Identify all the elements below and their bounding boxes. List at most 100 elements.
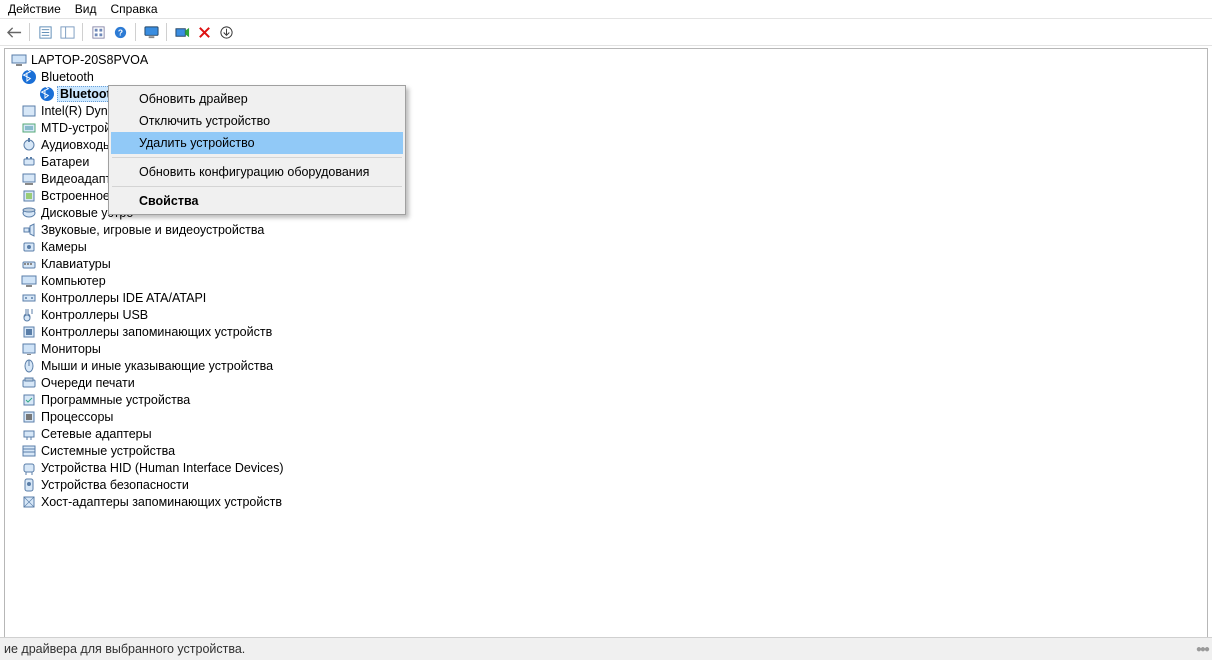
category-icon [21,222,37,238]
category-icon [21,460,37,476]
svg-text:?: ? [117,27,122,37]
tree-category[interactable]: Хост-адаптеры запоминающих устройств [9,493,1207,510]
remove-button[interactable] [194,22,214,42]
tree-category[interactable]: Устройства безопасности [9,476,1207,493]
monitor-button[interactable] [141,22,161,42]
computer-icon [11,52,27,68]
tree-label: Мыши и иные указывающие устройства [41,359,273,373]
category-icon [21,375,37,391]
toolbar-separator [29,23,30,41]
category-icon [21,137,37,153]
bluetooth-icon [39,86,55,102]
tree-label: Хост-адаптеры запоминающих устройств [41,495,282,509]
context-menu: Обновить драйвер Отключить устройство Уд… [108,85,406,215]
ctx-uninstall-device[interactable]: Удалить устройство [111,132,403,154]
category-icon [21,154,37,170]
tree-label: Системные устройства [41,444,175,458]
properties-button[interactable] [35,22,55,42]
menu-view[interactable]: Вид [75,2,97,16]
tree-category[interactable]: Контроллеры USB [9,306,1207,323]
tree-category-bluetooth[interactable]: Bluetooth [9,68,1207,85]
tree-category[interactable]: Процессоры [9,408,1207,425]
tree-category[interactable]: Мыши и иные указывающие устройства [9,357,1207,374]
category-icon [21,307,37,323]
category-icon [21,324,37,340]
menu-help[interactable]: Справка [110,2,157,16]
statusbar-text: ие драйвера для выбранного устройства. [4,642,245,656]
tree-root-label: LAPTOP-20S8PVOA [31,53,148,67]
tree-label: Звуковые, игровые и видеоустройства [41,223,264,237]
scan-hardware-icon [175,25,190,40]
tree-category[interactable]: Клавиатуры [9,255,1207,272]
category-icon [21,205,37,221]
category-icon [21,409,37,425]
scan-hardware-button[interactable] [172,22,192,42]
panes-button[interactable] [57,22,77,42]
tree-label: Мониторы [41,342,101,356]
panes-icon [60,25,75,40]
back-arrow-icon [7,25,22,40]
tree-label: Устройства HID (Human Interface Devices) [41,461,284,475]
category-icon [21,443,37,459]
ctx-scan-hardware[interactable]: Обновить конфигурацию оборудования [111,161,403,183]
menubar: Действие Вид Справка [0,0,1212,18]
tree-label: Компьютер [41,274,106,288]
tree-label: Bluetooth [41,70,94,84]
tree-label: Контроллеры запоминающих устройств [41,325,272,339]
ctx-update-driver[interactable]: Обновить драйвер [111,88,403,110]
tree-label: Устройства безопасности [41,478,189,492]
back-button[interactable] [4,22,24,42]
tree-category[interactable]: Контроллеры запоминающих устройств [9,323,1207,340]
tree-category[interactable]: Устройства HID (Human Interface Devices) [9,459,1207,476]
ctx-separator [112,186,402,187]
tree-category[interactable]: Камеры [9,238,1207,255]
properties-icon [38,25,53,40]
tree-category[interactable]: Очереди печати [9,374,1207,391]
category-icon [21,290,37,306]
remove-icon [197,25,212,40]
tree-label: Контроллеры USB [41,308,148,322]
tree-root[interactable]: LAPTOP-20S8PVOA [9,51,1207,68]
tree-label: Процессоры [41,410,113,424]
tree-category[interactable]: Звуковые, игровые и видеоустройства [9,221,1207,238]
ctx-properties[interactable]: Свойства [111,190,403,212]
tree-category[interactable]: Мониторы [9,340,1207,357]
category-icon [21,188,37,204]
category-icon [21,426,37,442]
ctx-disable-device[interactable]: Отключить устройство [111,110,403,132]
menu-action[interactable]: Действие [8,2,61,16]
category-icon [21,341,37,357]
help-button[interactable]: ? [110,22,130,42]
category-icon [21,392,37,408]
category-icon [21,358,37,374]
category-icon [21,171,37,187]
tree-category[interactable]: Сетевые адаптеры [9,425,1207,442]
category-icon [21,477,37,493]
tree-label: Клавиатуры [41,257,111,271]
refresh-button[interactable] [88,22,108,42]
ctx-separator [112,157,402,158]
download-icon [219,25,234,40]
tree-category[interactable]: Системные устройства [9,442,1207,459]
tree-category[interactable]: Компьютер [9,272,1207,289]
tree-category[interactable]: Контроллеры IDE ATA/ATAPI [9,289,1207,306]
toolbar-separator [166,23,167,41]
tree-label: Батареи [41,155,89,169]
statusbar: ие драйвера для выбранного устройства. ●… [0,637,1212,660]
tree-label: Контроллеры IDE ATA/ATAPI [41,291,206,305]
tree-label: Сетевые адаптеры [41,427,152,441]
download-button[interactable] [216,22,236,42]
resize-grip-icon: ●●● [1196,644,1208,655]
category-icon [21,273,37,289]
category-icon [21,103,37,119]
tree-label: Программные устройства [41,393,190,407]
category-icon [21,494,37,510]
tree-label: Камеры [41,240,87,254]
device-tree-panel: LAPTOP-20S8PVOA Bluetooth Bluetooth USB … [4,48,1208,646]
category-icon [21,239,37,255]
tree-category[interactable]: Программные устройства [9,391,1207,408]
help-icon: ? [113,25,128,40]
bluetooth-icon [21,69,37,85]
toolbar-separator [82,23,83,41]
tree-label: Очереди печати [41,376,135,390]
